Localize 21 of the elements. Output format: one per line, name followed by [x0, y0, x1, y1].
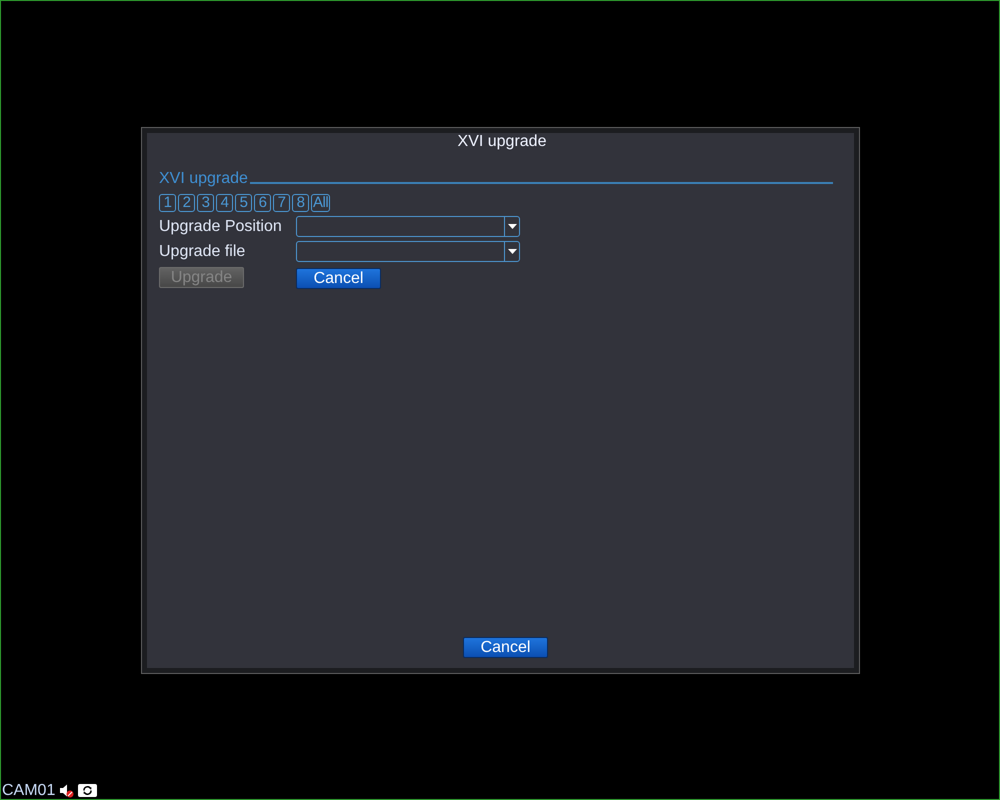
section-title: XVI upgrade [159, 170, 248, 187]
channel-button[interactable]: 6 [254, 194, 271, 212]
caret-down-icon [508, 224, 516, 229]
circular-arrows-icon [78, 784, 98, 796]
channel-button[interactable]: All [311, 194, 330, 212]
channel-button[interactable]: 1 [159, 194, 176, 212]
channel-button[interactable]: 3 [197, 194, 214, 212]
field-label: Upgrade file [159, 242, 246, 261]
caret-down-icon [508, 249, 516, 254]
camera-name: CAM01 [2, 782, 56, 798]
channel-button[interactable]: 4 [216, 194, 233, 212]
cancel-button[interactable]: Cancel [463, 637, 548, 658]
channel-button[interactable]: 8 [292, 194, 309, 212]
channel-button[interactable]: 2 [178, 194, 195, 212]
channel-button[interactable]: 5 [235, 194, 252, 212]
dropdown-field[interactable] [296, 216, 520, 237]
cancel-button[interactable]: Cancel [296, 268, 381, 288]
dropdown-field[interactable] [296, 241, 520, 262]
field-label: Upgrade Position [159, 217, 283, 236]
channel-button[interactable]: 7 [273, 194, 290, 212]
window-title: XVI upgrade [458, 133, 546, 150]
